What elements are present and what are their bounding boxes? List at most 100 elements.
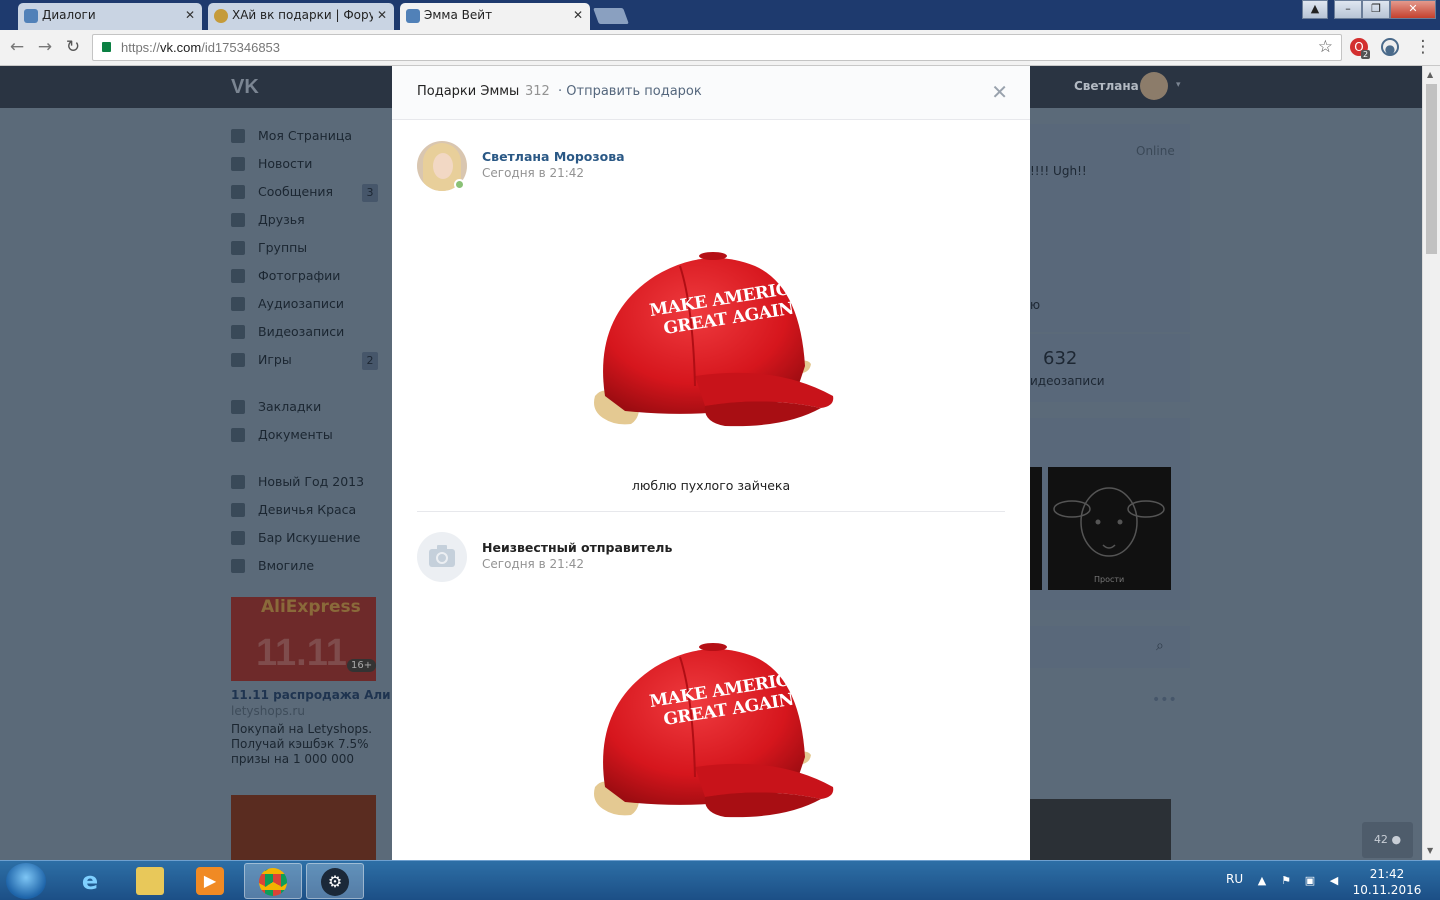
profile-icon[interactable]: ▲: [1302, 0, 1328, 19]
wall-post-image[interactable]: [1030, 799, 1171, 860]
bookmark-star-icon[interactable]: ☆: [1318, 37, 1333, 57]
chrome-menu-icon[interactable]: ⋮: [1412, 36, 1434, 58]
videos-label[interactable]: идеозаписи: [1030, 374, 1105, 388]
vk-logo-icon[interactable]: VK: [231, 76, 259, 99]
maga-cap-image[interactable]: [585, 637, 837, 827]
scrollbar-thumb[interactable]: [1426, 84, 1437, 254]
gift-message: люблю пухлого зайчека: [631, 478, 791, 493]
profile-status-text: !!!! Ugh!!: [1030, 164, 1087, 178]
anchor-icon: [231, 559, 245, 573]
more-dots-icon[interactable]: •••: [1152, 692, 1177, 708]
ad-text: Покупай на Letyshops. Получай кэшбэк 7.5…: [231, 722, 373, 766]
media-player-icon: ▶: [196, 867, 224, 895]
tab-forum[interactable]: ХАй вк подарки | Форум ✕: [208, 3, 394, 30]
steam-icon: ⚙: [321, 868, 349, 896]
send-gift-link[interactable]: · Отправить подарок: [558, 84, 702, 99]
windows-taskbar: e ▶ ⚙ RU ▲ ⚑ ▣ ◀ 21:42 10.11.2016: [0, 860, 1440, 900]
gift-item: Неизвестный отправитель Сегодня в 21:42 …: [417, 532, 1005, 860]
divider: [417, 511, 1005, 512]
app-grid-icon: [231, 475, 245, 489]
gift-item: Светлана Морозова Сегодня в 21:42 MAKE A…: [417, 141, 1005, 521]
videos-count[interactable]: 632: [1043, 348, 1077, 369]
music-icon: [231, 297, 245, 311]
games-count-badge: 2: [362, 352, 378, 370]
close-tab-icon[interactable]: ✕: [372, 3, 387, 28]
minimize-button[interactable]: –: [1334, 0, 1362, 19]
gifts-modal: Подарки Эммы 312 · Отправить подарок ✕ С…: [392, 66, 1030, 860]
wall-post-menu: •••: [1030, 690, 1190, 720]
tab-emma-veit[interactable]: Эмма Вейт ✕: [400, 3, 590, 30]
anchor-icon: [231, 503, 245, 517]
profile-partial-text: ю: [1030, 298, 1041, 312]
tray-expand-icon[interactable]: ▲: [1255, 874, 1269, 888]
profile-counters: 632 идеозаписи: [1030, 334, 1190, 402]
windows-start-button[interactable]: [6, 863, 46, 899]
sender-name-link[interactable]: Светлана Морозова: [482, 149, 625, 164]
modal-title: Подарки Эммы: [417, 84, 520, 99]
header-avatar[interactable]: [1140, 72, 1168, 100]
forum-favicon-icon: [214, 9, 228, 23]
page-scrollbar[interactable]: ▲ ▼: [1422, 66, 1440, 860]
header-user-name[interactable]: Светлана: [1074, 79, 1139, 93]
chevron-down-icon[interactable]: ▾: [1176, 80, 1181, 90]
system-clock[interactable]: 21:42 10.11.2016: [1348, 866, 1426, 898]
lock-icon: [102, 42, 111, 52]
tab-title: ХАй вк подарки | Форум: [232, 8, 385, 22]
action-center-flag-icon[interactable]: ⚑: [1279, 874, 1293, 888]
taskbar-internet-explorer[interactable]: e: [62, 863, 120, 899]
close-tab-icon[interactable]: ✕: [185, 3, 195, 28]
taskbar-chrome[interactable]: [244, 863, 302, 899]
internet-explorer-icon: e: [81, 867, 99, 895]
ad-title[interactable]: 11.11 распродажа Али: [231, 688, 391, 702]
messages-count-badge: 3: [362, 184, 378, 202]
taskbar-steam[interactable]: ⚙: [306, 863, 364, 899]
camera-icon: [231, 269, 245, 283]
scroll-up-arrow-icon[interactable]: ▲: [1427, 70, 1433, 79]
close-tab-icon[interactable]: ✕: [573, 3, 583, 28]
close-icon[interactable]: ✕: [991, 80, 1008, 104]
close-window-button[interactable]: ✕: [1390, 0, 1436, 19]
friends-icon: [231, 213, 245, 227]
age-badge: 16+: [347, 659, 377, 672]
eye-extension-icon[interactable]: ●: [1381, 38, 1399, 56]
modal-header: Подарки Эммы 312 · Отправить подарок ✕: [392, 66, 1030, 120]
online-status: Online: [1136, 144, 1175, 158]
search-icon[interactable]: ⌕: [1156, 638, 1164, 654]
gift-count: 312: [525, 84, 550, 99]
network-icon[interactable]: ▣: [1303, 874, 1317, 888]
groups-icon: [231, 241, 245, 255]
taskbar-explorer[interactable]: [122, 863, 180, 899]
online-indicator: [454, 179, 465, 190]
volume-icon[interactable]: ◀: [1327, 874, 1341, 888]
keyboard-language[interactable]: RU: [1226, 872, 1243, 886]
reload-icon[interactable]: ↻: [62, 36, 84, 58]
profile-photo[interactable]: [1030, 467, 1042, 590]
messages-icon: [231, 185, 245, 199]
maga-cap-image[interactable]: [585, 246, 837, 436]
scroll-down-arrow-icon[interactable]: ▼: [1427, 846, 1433, 855]
address-bar[interactable]: https://vk.com/id175346853 ☆: [92, 34, 1342, 61]
taskbar-media-player[interactable]: ▶: [182, 863, 240, 899]
vk-messages-favicon-icon: [24, 9, 38, 23]
extension-badge: 2: [1361, 50, 1371, 59]
camera-icon: [429, 545, 455, 567]
tab-title: Эмма Вейт: [424, 8, 493, 22]
gift-time: Сегодня в 21:42: [482, 557, 585, 571]
tab-dialogs[interactable]: Диалоги ✕: [18, 3, 202, 30]
maximize-button[interactable]: ❐: [1362, 0, 1390, 19]
ad-domain[interactable]: letyshops.ru: [231, 704, 305, 718]
browser-toolbar: ← → ↻ https://vk.com/id175346853 ☆ O 2 ●…: [0, 30, 1440, 66]
lamb-drawing: [1053, 487, 1165, 557]
online-friends-counter[interactable]: 42 ●: [1362, 822, 1413, 858]
back-arrow-icon[interactable]: ←: [6, 36, 28, 58]
clock-time: 21:42: [1369, 867, 1405, 881]
chrome-icon: [259, 868, 287, 896]
wall-search-bar: ⌕: [1030, 626, 1190, 668]
ad-banner[interactable]: AliExpress 11.11 16+: [231, 597, 377, 681]
ad-banner-second[interactable]: [231, 795, 376, 860]
folder-icon: [136, 867, 164, 895]
new-tab-button[interactable]: [593, 8, 629, 24]
profile-photo-lamb[interactable]: Прости: [1048, 467, 1171, 590]
forward-arrow-icon[interactable]: →: [34, 36, 56, 58]
ad-brand: AliExpress: [261, 597, 361, 617]
